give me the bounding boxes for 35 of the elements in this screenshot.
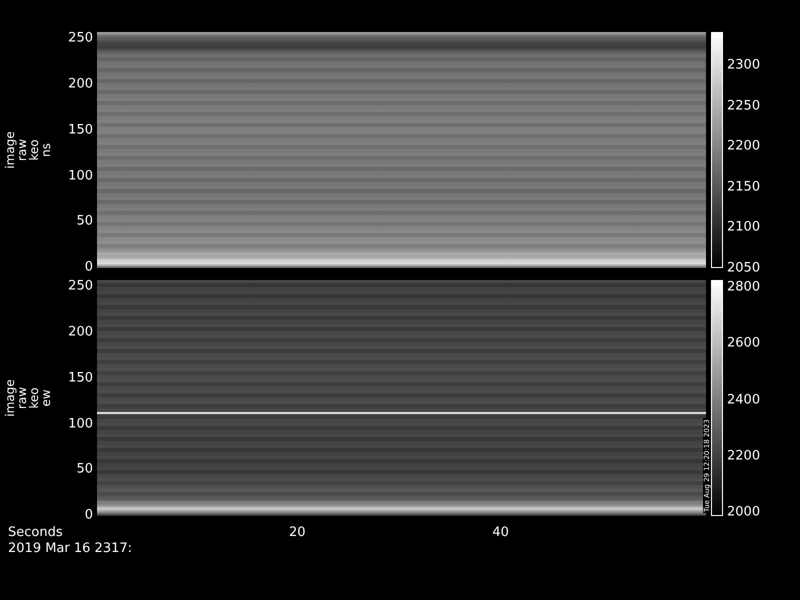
- axis-tick-label: 50: [76, 214, 93, 228]
- axis-tick-label: 200: [68, 78, 93, 91]
- axis-tick-label: 20: [289, 526, 306, 540]
- axis-title: Seconds: [8, 526, 63, 540]
- axis-title: keo: [28, 139, 40, 161]
- colorbar-tick-label: 2050: [727, 262, 760, 274]
- axis-tick-label: 0: [84, 260, 93, 274]
- axis-title: image: [4, 379, 16, 417]
- axis-tick-label: 150: [68, 371, 93, 384]
- colorbar-tick-label: 2150: [727, 180, 760, 194]
- axis-tick-label: 200: [68, 326, 93, 339]
- colorbar-tick-label: 2600: [727, 336, 760, 350]
- axis-tick-label: 100: [68, 417, 93, 430]
- colorbar-tick-label: 2000: [727, 506, 760, 518]
- axis-title: image: [4, 131, 16, 169]
- axis-tick-label: 40: [492, 526, 509, 540]
- colorbar-tick-label: 2100: [727, 220, 760, 234]
- axis-title: raw: [16, 138, 28, 162]
- colorbar-tick-label: 2200: [727, 140, 760, 153]
- colorbar-tick-label: 2250: [727, 99, 760, 112]
- axis-tick-label: 250: [68, 280, 93, 293]
- date-label: 2019 Mar 16 2317:: [8, 542, 132, 556]
- axis-title: ew: [40, 389, 52, 407]
- axis-tick-label: 150: [68, 123, 93, 136]
- colorbar-tick-label: 2800: [727, 280, 760, 294]
- axis-tick-label: 0: [84, 508, 93, 522]
- axis-title: raw: [16, 386, 28, 410]
- axis-title: ns: [40, 143, 52, 157]
- colorbar-tick-label: 2300: [727, 58, 760, 72]
- colorbar-tick-label: 2200: [727, 449, 760, 462]
- axis-tick-label: 100: [68, 169, 93, 182]
- colorbar-tick-label: 2400: [727, 393, 760, 406]
- axis-tick-label: 50: [76, 462, 93, 476]
- axis-title: keo: [28, 387, 40, 409]
- axis-tick-label: 250: [68, 32, 93, 45]
